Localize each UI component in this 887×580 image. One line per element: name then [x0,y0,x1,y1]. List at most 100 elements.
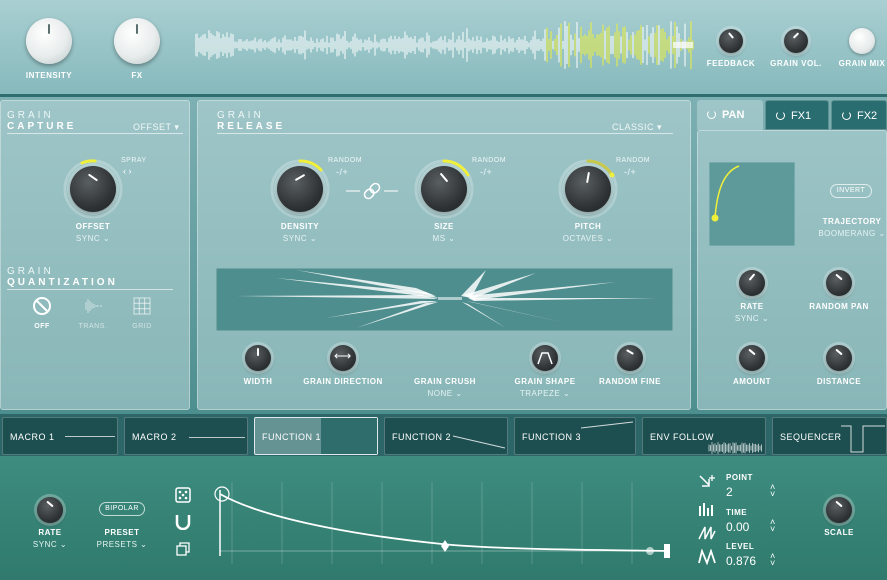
pitch-random-value[interactable]: -/+ [624,167,636,177]
size-random-value[interactable]: -/+ [480,167,492,177]
tab-fx2[interactable]: FX2 [831,100,887,130]
macro-tab-label: FUNCTION 3 [522,432,581,442]
density-knob[interactable] [277,166,323,212]
trajectory-display[interactable] [709,162,795,246]
point-value[interactable]: 2 [726,485,733,499]
macro-tab-label: FUNCTION 1 [262,432,321,442]
function-curve-editor[interactable] [212,478,680,568]
trajectory-select[interactable]: BOOMERANG ⌄ [812,229,887,238]
function-2-preview [452,435,506,449]
grain-crush-select[interactable]: NONE ⌄ [400,389,490,398]
offset-knob[interactable] [70,166,116,212]
point-stepper-icon[interactable]: ˄ ˅ [770,483,775,499]
random-fine-label: RANDOM FINE [599,377,661,386]
macro-tab-2[interactable]: MACRO 2 [124,417,248,455]
pan-rate-label: RATE [740,302,764,311]
copy-icon[interactable] [176,542,190,556]
capture-divider [7,133,183,134]
macro-tab-label: MACRO 2 [132,432,177,442]
macro-tab-1[interactable]: MACRO 1 [2,417,118,455]
amount-knob[interactable] [739,345,765,371]
size-knob[interactable] [421,166,467,212]
pan-rate-sync-select[interactable]: SYNC ⌄ [722,314,782,323]
macro-tab-label: MACRO 1 [10,432,55,442]
feedback-knob[interactable] [719,29,743,53]
quant-divider [7,289,173,290]
sawtooth-icon[interactable] [698,525,716,541]
bars-icon[interactable] [698,502,716,516]
width-knob[interactable] [245,345,271,371]
grain-direction-label: GRAIN DIRECTION [303,377,383,386]
function-rate-sync-select[interactable]: SYNC ⌄ [20,540,80,549]
pitch-random-label: RANDOM [616,157,651,164]
magnet-icon[interactable] [175,514,191,530]
width-label: WIDTH [243,377,273,386]
curve-end-marker [664,544,670,558]
quant-trans-icon[interactable] [82,296,104,316]
dice-icon[interactable] [175,487,191,503]
curve-tension-handle [441,540,449,552]
spray-label: SPRAY [121,157,147,164]
env-follow-tab[interactable]: ENV FOLLOW [642,417,766,455]
tab-pan[interactable]: PAN [697,100,763,130]
time-value[interactable]: 0.00 [726,520,749,534]
env-follow-preview [708,442,762,454]
capture-mode-select[interactable]: OFFSET ▾ [133,122,179,133]
grain-vol-knob[interactable] [784,29,808,53]
top-divider [0,94,887,97]
offset-label: OFFSET [75,222,111,231]
quant-off-icon[interactable] [32,296,52,316]
density-random-label: RANDOM [328,157,363,164]
sequencer-tab[interactable]: SEQUENCER [772,417,887,455]
distance-label: DISTANCE [816,377,862,386]
distance-knob[interactable] [826,345,852,371]
function-tab-1[interactable]: FUNCTION 1 [254,417,378,455]
point-label: POINT [726,473,753,482]
release-divider [217,133,673,134]
level-stepper-icon[interactable]: ˄ ˅ [770,552,775,568]
pan-rate-knob[interactable] [739,270,765,296]
grain-release-panel [197,100,691,410]
sequencer-preview [841,425,885,453]
size-label: SIZE [434,222,454,231]
release-mode-select[interactable]: CLASSIC ▾ [612,122,662,133]
density-sync-select[interactable]: SYNC ⌄ [270,234,330,243]
scale-knob[interactable] [826,497,852,523]
level-value[interactable]: 0.876 [726,554,756,568]
random-fine-knob[interactable] [617,345,643,371]
macro-tab-label: FUNCTION 2 [392,432,451,442]
function-rate-knob[interactable] [37,497,63,523]
offset-sync-select[interactable]: SYNC ⌄ [63,234,123,243]
grain-shape-select[interactable]: TRAPEZE ⌄ [500,389,590,398]
function-tab-2[interactable]: FUNCTION 2 [384,417,508,455]
trapeze-shape-icon [537,352,553,365]
waveform-display[interactable] [195,18,695,72]
grain-mix-knob[interactable] [849,28,875,54]
zigzag-icon[interactable] [698,549,716,565]
link-icon[interactable] [346,182,398,200]
pitch-knob[interactable] [565,166,611,212]
spray-arrows-icon[interactable]: ‹ › [123,166,132,176]
add-point-icon[interactable] [698,474,716,492]
preset-select[interactable]: PRESETS ⌄ [92,540,152,549]
quant-grid-label: GRID [132,323,152,330]
quant-grid-icon[interactable] [133,297,151,315]
direction-arrow-icon: ⟷ [334,349,352,363]
grain-release-title: GRAIN RELEASE [217,110,286,132]
time-stepper-icon[interactable]: ˄ ˅ [770,518,775,534]
fx-knob[interactable] [114,18,160,64]
grain-visualizer [216,268,673,331]
intensity-knob[interactable] [26,18,72,64]
invert-button[interactable]: INVERT [830,184,872,198]
size-ms-select[interactable]: MS ⌄ [414,234,474,243]
amount-label: AMOUNT [732,377,772,386]
power-icon [707,110,716,119]
pitch-octaves-select[interactable]: OCTAVES ⌄ [552,234,624,243]
macro-tab-label: SEQUENCER [780,432,842,442]
random-pan-knob[interactable] [826,270,852,296]
tab-fx1[interactable]: FX1 [765,100,829,130]
density-random-value[interactable]: -/+ [336,167,348,177]
macro-tab-label: ENV FOLLOW [650,432,715,442]
function-tab-3[interactable]: FUNCTION 3 [514,417,636,455]
bipolar-button[interactable]: BIPOLAR [99,502,145,516]
